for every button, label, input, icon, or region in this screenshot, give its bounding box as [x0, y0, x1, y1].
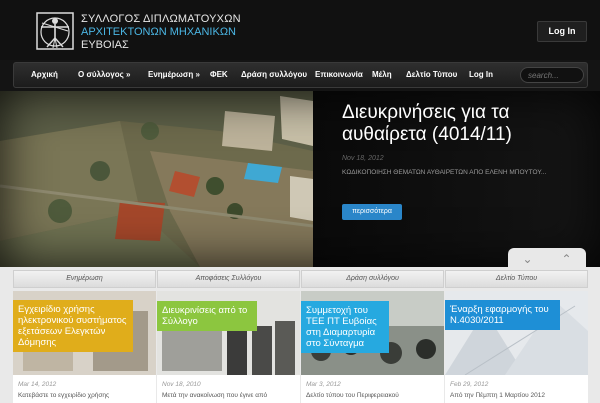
site-header: ΣΥΛΛΟΓΟΣ ΔΙΠΛΩΜΑΤΟΥΧΩΝ ΑΡΧΙΤΕΚΤΟΝΩΝ ΜΗΧΑ… — [0, 0, 600, 60]
card-title[interactable]: Διευκρινίσεις από το Σύλλογο — [157, 301, 257, 331]
news-card[interactable]: Έναρξη εφαρμογής του Ν.4030/2011 Feb 29,… — [445, 291, 588, 403]
hero-date: Nov 18, 2012 — [342, 155, 384, 162]
slider-arrows: ⌄ ⌃ — [508, 248, 586, 270]
card-date: Mar 3, 2012 — [306, 381, 341, 388]
nav-item-home[interactable]: Αρχική — [31, 63, 58, 87]
news-card[interactable]: Συμμετοχή του ΤΕΕ ΠΤ Ευβοίας στη Διαμαρτ… — [301, 291, 444, 403]
card-date: Mar 14, 2012 — [18, 381, 57, 388]
tab-press[interactable]: Δελτίο Τύπου — [445, 270, 588, 288]
hero-aerial-photo[interactable] — [0, 91, 313, 267]
hero-title[interactable]: Διευκρινήσεις για τα αυθαίρετα (4014/11) — [342, 102, 592, 146]
tab-decisions[interactable]: Αποφάσεις Συλλόγου — [157, 270, 300, 288]
card-date: Nov 18, 2010 — [162, 381, 201, 388]
nav-item-contact[interactable]: Επικοινωνία — [315, 63, 363, 87]
nav-item-association-action[interactable]: Δράση συλλόγου — [241, 63, 307, 87]
card-excerpt: Κατεβάστε το εγχειρίδιο χρήσης — [18, 392, 110, 399]
card-excerpt: Δελτίο τύπου του Περιφερειακού — [306, 392, 399, 399]
vitruvian-logo-icon[interactable] — [36, 12, 74, 50]
chevron-up-icon[interactable]: ⌃ — [547, 248, 586, 270]
news-card[interactable]: Εγχειρίδιο χρήσης ηλεκτρονικού συστήματο… — [13, 291, 156, 403]
nav-item-members[interactable]: Μέλη — [372, 63, 392, 87]
tab-action[interactable]: Δράση συλλόγου — [301, 270, 444, 288]
tab-news[interactable]: Ενημέρωση — [13, 270, 156, 288]
content-area: Ενημέρωση Αποφάσεις Συλλόγου Δράση συλλό… — [0, 267, 600, 403]
chevron-down-icon[interactable]: ⌄ — [508, 248, 547, 270]
nav-item-login[interactable]: Log In — [469, 63, 493, 87]
brand-line-2: ΑΡΧΙΤΕΚΤΟΝΩΝ ΜΗΧΑΝΙΚΩΝ — [81, 26, 236, 38]
brand-line-1: ΣΥΛΛΟΓΟΣ ΔΙΠΛΩΜΑΤΟΥΧΩΝ — [81, 13, 241, 25]
brand-line-3: ΕΥΒΟΙΑΣ — [81, 39, 129, 51]
card-date: Feb 29, 2012 — [450, 381, 489, 388]
news-card[interactable]: Διευκρινίσεις από το Σύλλογο Nov 18, 201… — [157, 291, 300, 403]
search-input[interactable] — [520, 67, 584, 83]
more-button[interactable]: περισσότερα — [342, 204, 402, 220]
card-title[interactable]: Έναρξη εφαρμογής του Ν.4030/2011 — [445, 300, 560, 330]
card-title[interactable]: Εγχειρίδιο χρήσης ηλεκτρονικού συστήματο… — [13, 300, 133, 352]
nav-item-news[interactable]: Ενημέρωση » — [148, 63, 200, 87]
section-tabs: Ενημέρωση Αποφάσεις Συλλόγου Δράση συλλό… — [13, 270, 588, 288]
hero-excerpt: ΚΩΔΙΚΟΠΟΙΗΣΗ ΘΕΜΑΤΩΝ ΑΥΘΑΙΡΕΤΩΝ ΑΠΟ ΕΛΕΝ… — [342, 169, 547, 176]
nav-item-press-release[interactable]: Δελτίο Τύπου — [406, 63, 457, 87]
nav-item-association[interactable]: Ο σύλλογος » — [78, 63, 130, 87]
main-nav: Αρχική Ο σύλλογος » Ενημέρωση » ΦΕΚ Δράσ… — [13, 62, 588, 88]
card-title[interactable]: Συμμετοχή του ΤΕΕ ΠΤ Ευβοίας στη Διαμαρτ… — [301, 301, 389, 353]
card-excerpt: Μετά την ανακοίνωση που έγινε από — [162, 392, 268, 399]
card-excerpt: Από την Πέμπτη 1 Μαρτίου 2012 — [450, 392, 545, 399]
header-login-button[interactable]: Log In — [537, 21, 587, 42]
page: ΣΥΛΛΟΓΟΣ ΔΙΠΛΩΜΑΤΟΥΧΩΝ ΑΡΧΙΤΕΚΤΟΝΩΝ ΜΗΧΑ… — [0, 0, 600, 403]
nav-item-fek[interactable]: ΦΕΚ — [210, 63, 228, 87]
